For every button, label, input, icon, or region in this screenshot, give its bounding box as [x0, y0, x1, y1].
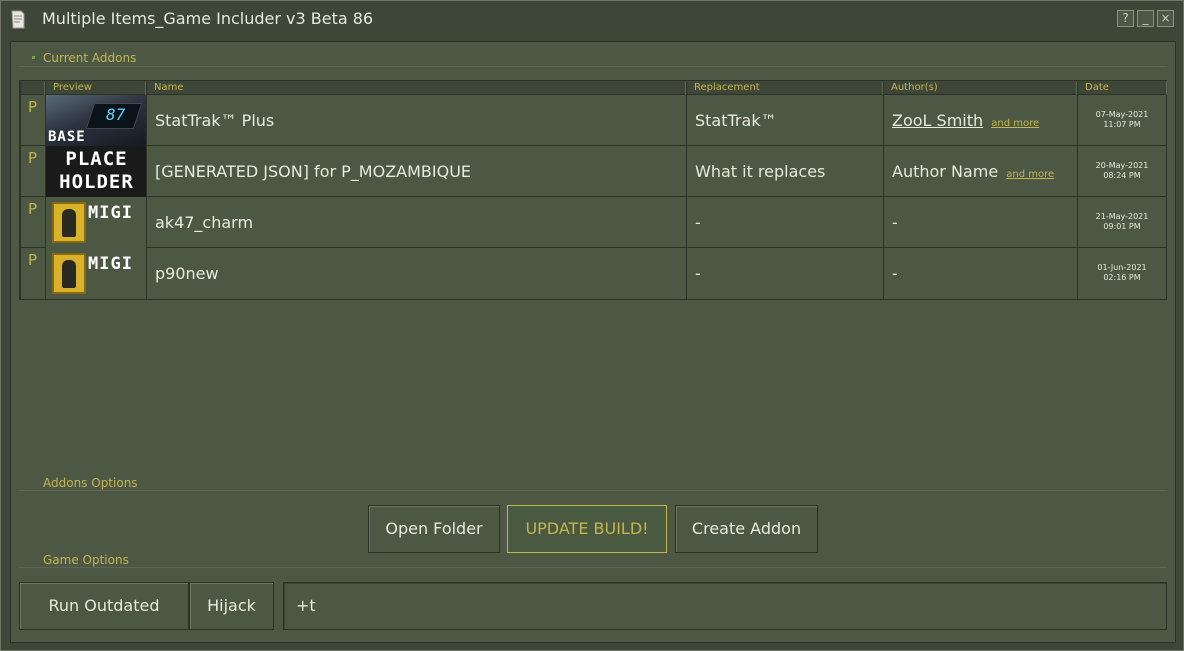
addon-author: - [883, 197, 1077, 248]
addon-date-cell: 21-May-2021 09:01 PM [1077, 197, 1167, 248]
header-preview[interactable]: Preview [45, 81, 146, 95]
addon-date: 01-Jun-2021 [1097, 263, 1147, 272]
table-header: Preview Name Replacement Author(s) Date [20, 81, 1167, 95]
update-build-button[interactable]: UPDATE BUILD! [507, 505, 667, 553]
minimize-button[interactable]: _ [1137, 10, 1154, 27]
header-replacement[interactable]: Replacement [686, 81, 883, 95]
addon-replacement: - [686, 248, 883, 299]
addon-date-cell: 20-May-2021 08:24 PM [1077, 146, 1167, 197]
addon-preview-image: PLACE HOLDER [45, 146, 146, 197]
section-divider [19, 490, 1167, 491]
addon-time: 02:16 PM [1103, 273, 1141, 282]
preview-digits: 87 [106, 105, 126, 124]
game-options-label: Game Options [43, 553, 129, 567]
hijack-button[interactable]: Hijack [189, 582, 274, 630]
row-flag: P [20, 146, 45, 197]
header-authors[interactable]: Author(s) [883, 81, 1077, 95]
table-row[interactable]: P MIGI ak47_charm - - 21-May-2021 09:01 … [20, 197, 1167, 248]
addon-date: 20-May-2021 [1095, 161, 1149, 170]
addons-options-label: Addons Options [43, 476, 138, 490]
addon-name: StatTrak™ Plus [146, 95, 686, 146]
current-addons-label: Current Addons [43, 51, 137, 65]
addon-author-cell: ZooL Smith and more [883, 95, 1077, 146]
addon-date: 21-May-2021 [1095, 212, 1149, 221]
table-row[interactable]: P PLACE HOLDER [GENERATED JSON] for P_MO… [20, 146, 1167, 197]
addon-preview-image: MIGI [45, 197, 146, 248]
preview-line1: PLACE [65, 148, 128, 170]
launch-options-input[interactable]: +t [283, 582, 1167, 630]
addon-replacement: - [686, 197, 883, 248]
table-row[interactable]: P 87 BASE StatTrak™ Plus StatTrak™ ZooL … [20, 95, 1167, 146]
window-title: Multiple Items_Game Includer v3 Beta 86 [42, 9, 374, 28]
preview-word: MIGI [88, 203, 133, 223]
and-more-link[interactable]: and more [991, 118, 1039, 129]
addon-preview-image: MIGI [45, 248, 146, 299]
app-window: Multiple Items_Game Includer v3 Beta 86 … [0, 0, 1184, 651]
section-divider [19, 66, 1167, 67]
row-flag: P [20, 95, 45, 146]
addon-date-cell: 01-Jun-2021 02:16 PM [1077, 248, 1167, 299]
addons-table: Preview Name Replacement Author(s) Date … [19, 80, 1167, 300]
addon-author: - [883, 248, 1077, 299]
addon-date-cell: 07-May-2021 11:07 PM [1077, 95, 1167, 146]
section-bullet-icon [32, 56, 35, 59]
header-name[interactable]: Name [146, 81, 686, 95]
main-panel: Current Addons Preview Name Replacement … [10, 41, 1176, 643]
and-more-link[interactable]: and more [1006, 169, 1054, 180]
header-date[interactable]: Date [1077, 81, 1167, 95]
addon-replacement: What it replaces [686, 146, 883, 197]
close-button[interactable]: × [1157, 10, 1174, 27]
addon-name: p90new [146, 248, 686, 299]
preview-word: MIGI [88, 254, 133, 274]
addon-name: [GENERATED JSON] for P_MOZAMBIQUE [146, 146, 686, 197]
row-flag: P [20, 197, 45, 248]
header-flag [20, 81, 45, 95]
author-name: Author Name [892, 162, 999, 181]
open-folder-button[interactable]: Open Folder [368, 505, 500, 553]
title-bar[interactable]: Multiple Items_Game Includer v3 Beta 86 … [1, 1, 1183, 39]
addon-date: 07-May-2021 [1095, 110, 1149, 119]
create-addon-button[interactable]: Create Addon [675, 505, 818, 553]
addon-preview-image: 87 BASE [45, 95, 146, 146]
addon-replacement: StatTrak™ [686, 95, 883, 146]
help-button[interactable]: ? [1117, 10, 1134, 27]
addon-time: 08:24 PM [1103, 171, 1141, 180]
run-outdated-button[interactable]: Run Outdated [19, 582, 189, 630]
addon-time: 09:01 PM [1103, 222, 1141, 231]
addon-author-cell: Author Name and more [883, 146, 1077, 197]
preview-label: BASE [48, 129, 86, 145]
section-divider [19, 567, 1167, 568]
table-row[interactable]: P MIGI p90new - - 01-Jun-2021 02:16 PM [20, 248, 1167, 299]
addon-time: 11:07 PM [1103, 120, 1141, 129]
author-link[interactable]: ZooL Smith [892, 111, 983, 130]
row-flag: P [20, 248, 45, 299]
preview-line2: HOLDER [59, 171, 134, 193]
document-icon [11, 10, 25, 29]
addon-name: ak47_charm [146, 197, 686, 248]
